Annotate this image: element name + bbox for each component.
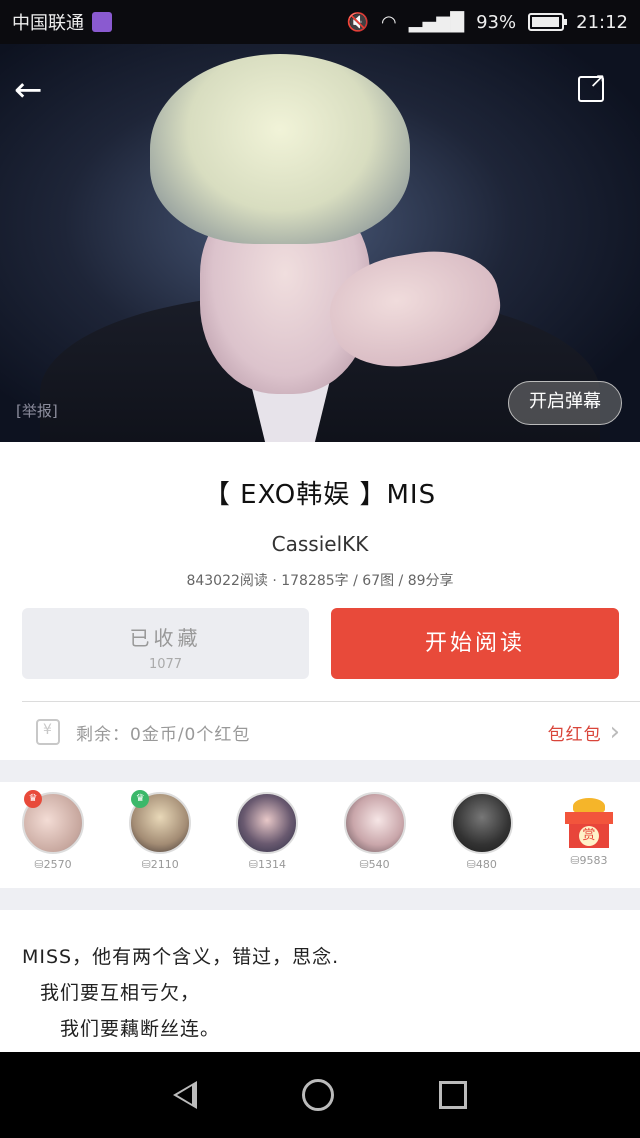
battery-fill: [532, 17, 559, 27]
rank-crown-icon: ♛: [24, 790, 42, 808]
carrier-group: 中国联通: [12, 9, 112, 35]
nav-recents-icon[interactable]: [439, 1081, 468, 1109]
gifter-item[interactable]: ♛ ⛁2570: [22, 790, 84, 888]
gift-amount-value: 2570: [43, 858, 72, 871]
wallet-row: 剩余：0金币/0个红包 包红包 ›: [0, 704, 640, 760]
favorite-button[interactable]: 已收藏 1077: [22, 608, 309, 679]
section-gap: [0, 760, 640, 782]
nav-home-icon[interactable]: [301, 1079, 334, 1111]
description-line: MISS，他有两个含义，错过，思念.: [22, 946, 340, 968]
carrier-name: 中国联通: [12, 13, 84, 34]
description-line: 我们要互相亏欠，: [40, 982, 201, 1004]
gift-amount-value: 540: [368, 858, 390, 871]
gifter-item[interactable]: ⛁540: [343, 792, 406, 888]
gift-amount: ⛁480: [466, 858, 497, 871]
post-description: MISS，他有两个含义，错过，思念. 我们要互相亏欠， 我们要藕断丝连。: [22, 940, 622, 1048]
gift-amount: ⛁540: [359, 858, 390, 871]
battery-percent: 93%: [476, 11, 517, 33]
reward-label: 赏: [578, 826, 599, 846]
gift-amount: ⛁2110: [141, 858, 179, 871]
avatar[interactable]: [236, 792, 299, 854]
description-line: 我们要藕断丝连。: [60, 1018, 221, 1040]
gift-amount-value: 9583: [579, 854, 608, 867]
avatar[interactable]: [450, 792, 513, 854]
gift-amount: ⛁1314: [248, 858, 286, 871]
author-name[interactable]: CassielKK: [0, 532, 640, 556]
wifi-icon: ◠: [381, 11, 397, 33]
reward-gift-item[interactable]: 赏 ⛁9583: [558, 792, 620, 888]
battery-icon: [528, 13, 568, 31]
gift-amount-value: 1314: [257, 858, 286, 871]
favorite-count: 1077: [148, 657, 183, 672]
nav-back-icon[interactable]: [172, 1081, 197, 1109]
app-notification-icon: [92, 12, 112, 32]
gifter-item[interactable]: ⛁480: [450, 792, 513, 888]
danmu-toggle-button[interactable]: 开启弹幕: [508, 381, 622, 425]
start-reading-button[interactable]: 开始阅读: [331, 608, 619, 679]
cover-hair: [150, 54, 410, 244]
purse-icon: [36, 719, 60, 745]
gift-box-icon[interactable]: 赏: [563, 798, 615, 850]
cover-image: ← [举报] 开启弹幕: [0, 44, 640, 442]
favorite-label: 已收藏: [129, 626, 202, 650]
section-gap: [0, 888, 640, 910]
gift-body: 赏: [568, 824, 609, 848]
signal-icon: ▂▄▆█: [408, 11, 465, 33]
status-bar: 中国联通 🔇 ◠ ▂▄▆█ 93% 21:12: [0, 0, 640, 44]
gifter-item[interactable]: ♛ ⛁2110: [129, 790, 192, 888]
gift-amount-value: 2110: [150, 858, 179, 871]
status-right: 🔇 ◠ ▂▄▆█ 93% 21:12: [347, 12, 628, 33]
gift-lid: [564, 812, 613, 824]
divider: [22, 701, 640, 702]
back-arrow-icon[interactable]: ←: [14, 70, 54, 110]
clock: 21:12: [576, 11, 628, 33]
gift-amount: ⛁9583: [570, 854, 608, 867]
post-title: 【 EXO韩娱 】MIS: [203, 480, 437, 510]
chevron-right-icon[interactable]: ›: [610, 717, 620, 747]
post-stats: 843022阅读 · 178285字 / 67图 / 89分享: [186, 573, 454, 589]
red-packet-link[interactable]: 包红包: [548, 720, 602, 745]
report-link[interactable]: [举报]: [16, 400, 58, 421]
gifter-list: ♛ ⛁2570 ♛ ⛁2110 ⛁1314 ⛁540 ⛁480 赏 ⛁9583: [0, 782, 640, 888]
avatar[interactable]: [343, 792, 406, 854]
share-icon[interactable]: [578, 68, 606, 102]
gifter-item[interactable]: ⛁1314: [236, 792, 299, 888]
wallet-remaining: 剩余：0金币/0个红包: [76, 724, 251, 745]
mute-icon: 🔇: [346, 11, 370, 33]
gift-amount: ⛁2570: [34, 858, 72, 871]
gift-amount-value: 480: [475, 858, 497, 871]
system-nav-bar: [0, 1052, 640, 1138]
